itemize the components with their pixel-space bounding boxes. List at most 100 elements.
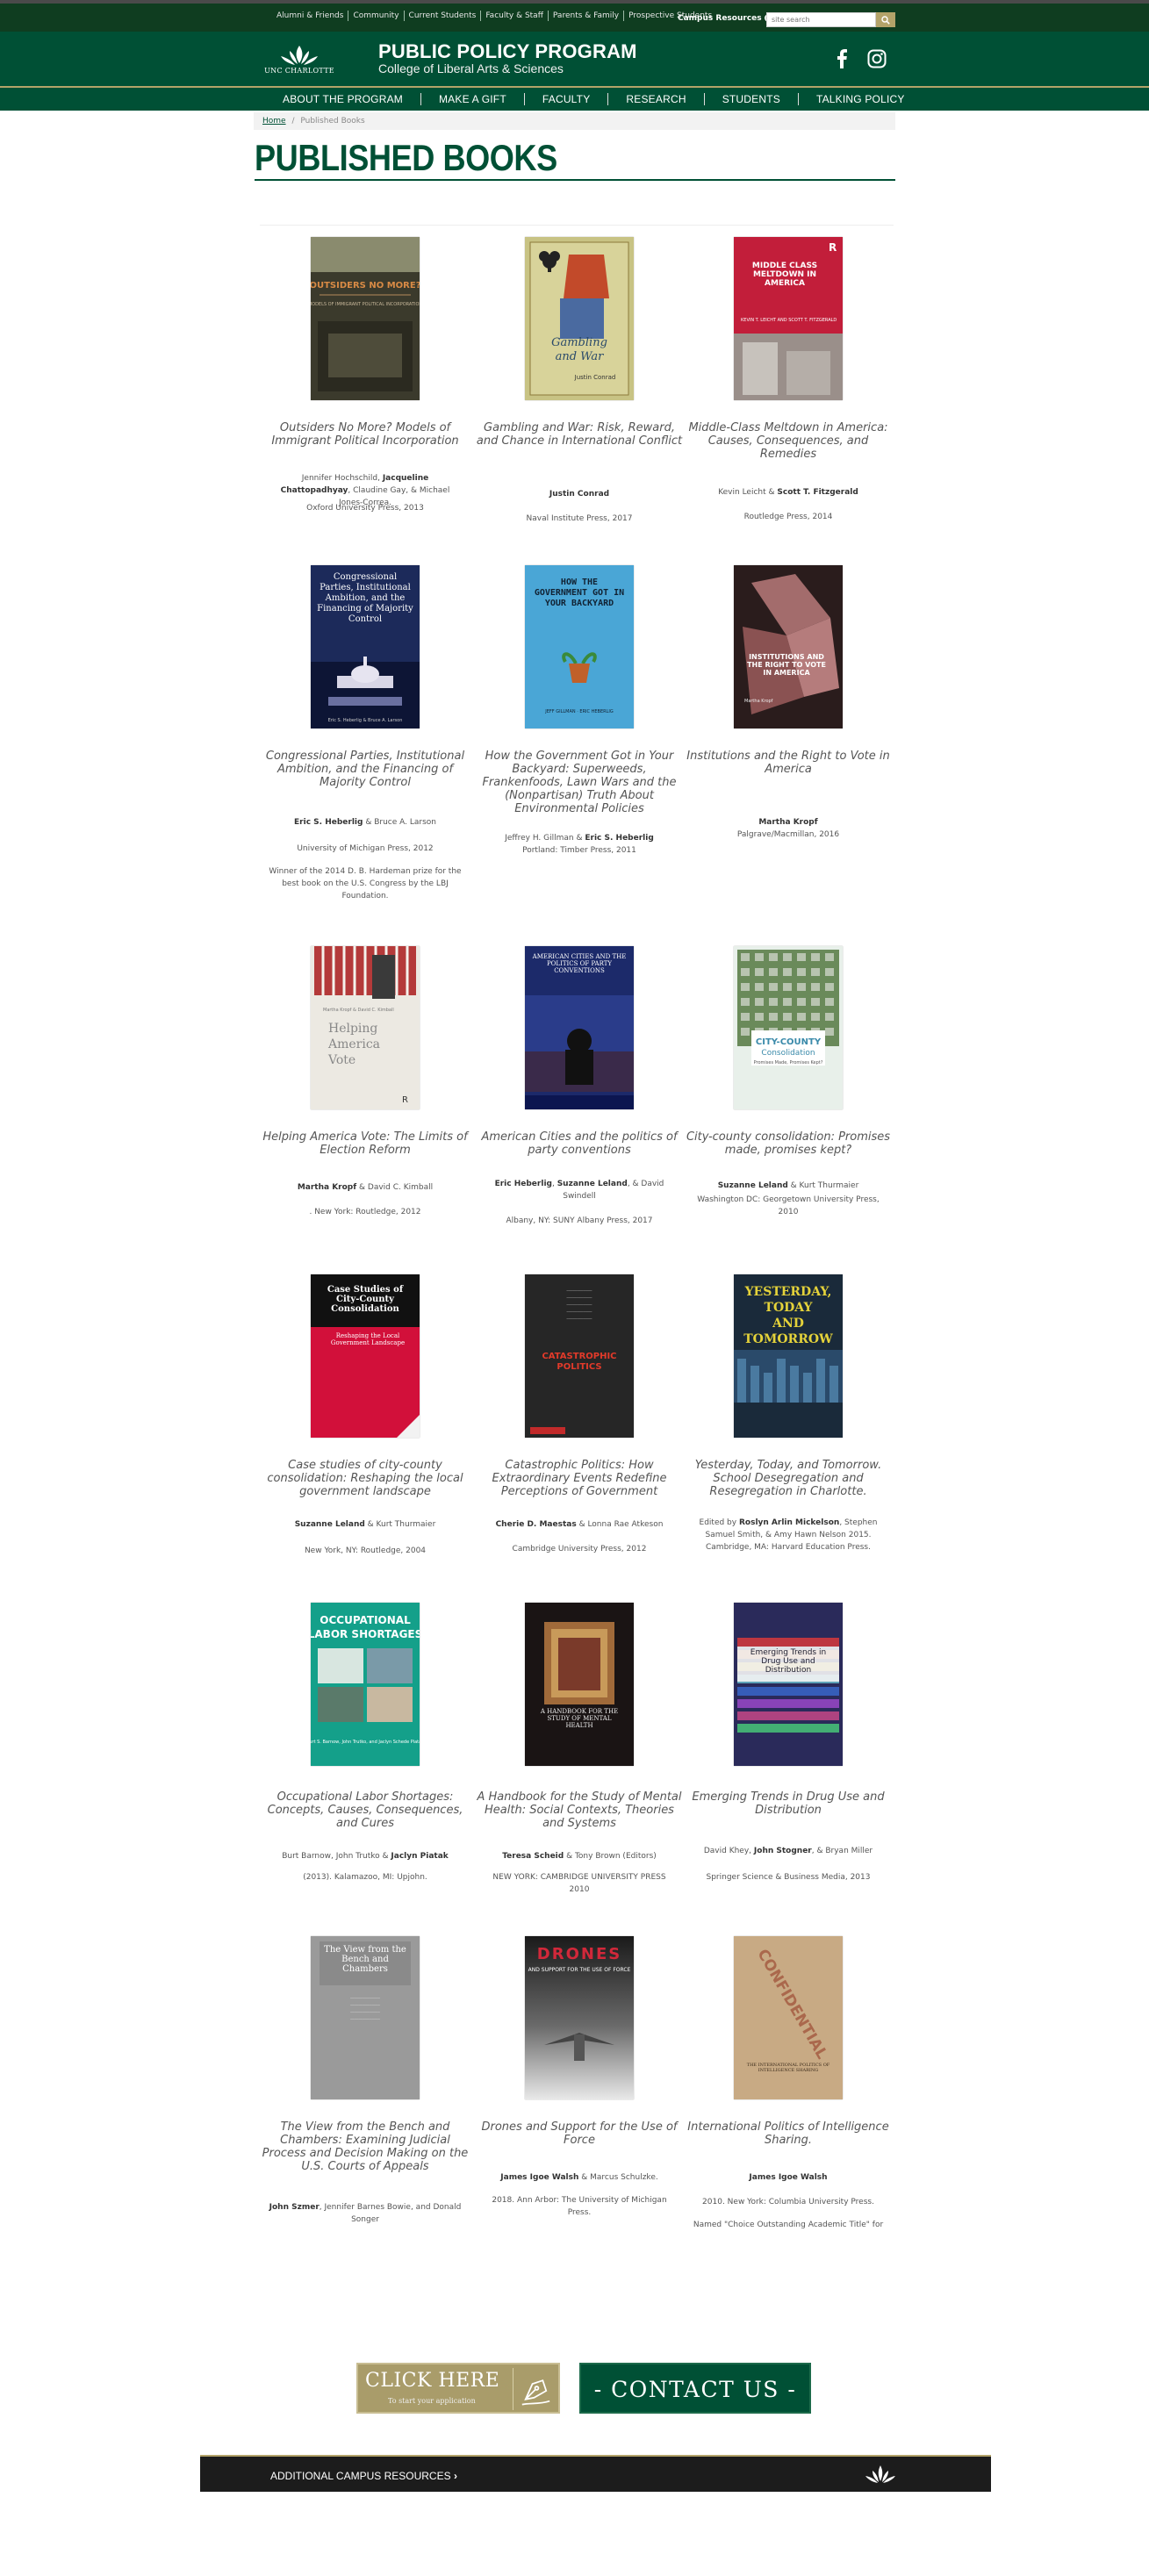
book-authors: Burt Barnow, John Trutko & Jaclyn Piatak	[269, 1850, 462, 1862]
svg-text:DRONES: DRONES	[537, 1945, 621, 1963]
book-cover-image[interactable]: Gambling and War Justin Conrad	[525, 237, 634, 400]
nav-research[interactable]: RESEARCH	[608, 93, 705, 105]
book-title[interactable]: Emerging Trends in Drug Use and Distribu…	[683, 1790, 894, 1817]
book-cover-image[interactable]: Martha Kropf & David C. Kimball Helping Am…	[311, 946, 420, 1109]
author-name-highlight: Eric S. Heberlig	[294, 818, 363, 827]
svg-text:────────────: ────────────	[566, 1317, 592, 1321]
facebook-icon[interactable]	[836, 49, 848, 68]
breadcrumb-home[interactable]: Home	[262, 117, 286, 126]
svg-text:Martha Kropf: Martha Kropf	[744, 699, 773, 704]
author-name-highlight: Cherie D. Maestas	[495, 1520, 577, 1529]
svg-text:Gambling: Gambling	[551, 336, 607, 349]
book-title[interactable]: Yesterday, Today, and Tomorrow. School D…	[683, 1459, 894, 1498]
instagram-icon[interactable]	[867, 49, 887, 68]
utility-link-alumni[interactable]: Alumni & Friends	[272, 11, 349, 21]
author-text: & Tony Brown (Editors)	[564, 1852, 657, 1861]
nav-about-the-program[interactable]: ABOUT THE PROGRAM	[274, 93, 421, 105]
nav-talking-policy[interactable]: TALKING POLICY	[799, 93, 923, 105]
svg-text:JEFF GILLMAN · ERIC HEBERLIG: JEFF GILLMAN · ERIC HEBERLIG	[544, 709, 614, 714]
book-title[interactable]: Outsiders No More? Models of Immigrant P…	[260, 421, 470, 448]
book-card: The View from the Bench and Chambers ────…	[260, 1929, 470, 2245]
book-title[interactable]: A Handbook for the Study of Mental Healt…	[474, 1790, 685, 1830]
svg-text:MODELS OF IMMIGRANT POLITICAL: MODELS OF IMMIGRANT POLITICAL INCORPORAT…	[311, 302, 420, 307]
campus-resources-toggle[interactable]: Campus Resources+	[678, 14, 772, 23]
book-cover-image[interactable]: AMERICAN CITIES AND THE POLITICS OF PART…	[525, 946, 634, 1109]
utility-link-community[interactable]: Community	[348, 11, 405, 21]
book-cover-image[interactable]: YESTERDAY, TODAY AND TOMORROW	[734, 1274, 843, 1438]
svg-text:CATASTROPHIC: CATASTROPHIC	[542, 1352, 616, 1361]
svg-text:────────────: ────────────	[566, 1302, 592, 1307]
book-title[interactable]: The View from the Bench and Chambers: Ex…	[260, 2120, 470, 2173]
book-title[interactable]: Drones and Support for the Use of Force	[474, 2120, 685, 2147]
author-text: Edited by	[699, 1518, 739, 1527]
site-title[interactable]: PUBLIC POLICY PROGRAM	[378, 40, 637, 63]
book-title[interactable]: Occupational Labor Shortages: Concepts, …	[260, 1790, 470, 1830]
book-title[interactable]: American Cities and the politics of part…	[474, 1130, 685, 1157]
author-name-highlight: Justin Conrad	[549, 490, 610, 499]
utility-link-faculty-staff[interactable]: Faculty & Staff	[481, 11, 549, 21]
author-text: & David C. Kimball	[356, 1183, 434, 1192]
book-title[interactable]: City-county consolidation: Promises made…	[683, 1130, 894, 1157]
book-cover-image[interactable]: CITY-COUNTY Consolidation Promises Made, P…	[734, 946, 843, 1109]
nav-faculty[interactable]: FACULTY	[525, 93, 609, 105]
book-cover-image[interactable]: DRONES AND SUPPORT FOR THE USE OF FORCE	[525, 1936, 634, 2099]
site-header: UNC CHARLOTTE PUBLIC POLICY PROGRAM Coll…	[0, 32, 1149, 86]
book-authors: Suzanne Leland & Kurt Thurmaier	[269, 1518, 462, 1531]
svg-text:R: R	[402, 1095, 408, 1105]
book-cover-image[interactable]: OUTSIDERS NO MORE? MODELS OF IMMIGRANT PO…	[311, 237, 420, 400]
unc-charlotte-logo[interactable]: UNC CHARLOTTE	[260, 44, 339, 79]
utility-link-parents-family[interactable]: Parents & Family	[549, 11, 625, 21]
book-title[interactable]: International Politics of Intelligence S…	[683, 2120, 894, 2147]
nav-students[interactable]: STUDENTS	[705, 93, 799, 105]
book-publisher: 2018. Ann Arbor: The University of Michi…	[492, 2196, 667, 2217]
contact-us-button[interactable]: - CONTACT US -	[579, 2363, 811, 2414]
book-title[interactable]: Gambling and War: Risk, Reward, and Chan…	[474, 421, 685, 448]
book-cover-image[interactable]: The View from the Bench and Chambers ────…	[311, 1936, 420, 2099]
book-title[interactable]: Helping America Vote: The Limits of Elec…	[260, 1130, 470, 1157]
contact-us-label: - CONTACT US -	[593, 2377, 797, 2402]
author-text: & Bruce A. Larson	[363, 818, 436, 827]
book-cover-image[interactable]: Congressional Parties, Institutional Amb…	[311, 565, 420, 728]
book-publisher: New York, NY: Routledge, 2004	[304, 1546, 427, 1555]
book-cover-image[interactable]: OCCUPATIONAL LABOR SHORTAGES Burt S. Barno…	[311, 1603, 420, 1766]
site-search-input[interactable]	[766, 12, 876, 27]
book-publisher: Albany, NY: SUNY Albany Press, 2017	[506, 1216, 653, 1225]
book-title[interactable]: Middle-Class Meltdown in America: Causes…	[683, 421, 894, 461]
book-title[interactable]: Catastrophic Politics: How Extraordinary…	[474, 1459, 685, 1498]
book-cover-image[interactable]: A HANDBOOK FOR THE STUDY OF MENTAL HEALT…	[525, 1603, 634, 1766]
book-publisher: Cambridge University Press, 2012	[512, 1545, 647, 1553]
book-cover-image[interactable]: INSTITUTIONS AND THE RIGHT TO VOTE IN AM…	[734, 565, 843, 728]
book-cover-image[interactable]: Emerging Trends in Drug Use and Distribu…	[734, 1603, 843, 1766]
book-publisher: 2010. New York: Columbia University Pres…	[702, 2198, 874, 2206]
campus-resources-label: Campus Resources	[678, 14, 762, 23]
svg-text:──────────────: ──────────────	[349, 2017, 380, 2021]
book-title[interactable]: Institutions and the Right to Vote in Am…	[683, 750, 894, 776]
svg-text:──────────────: ──────────────	[349, 1996, 380, 2000]
campus-resources-footer: ADDITIONAL CAMPUS RESOURCES ›	[200, 2455, 991, 2492]
nav-make-a-gift[interactable]: MAKE A GIFT	[421, 93, 525, 105]
section-divider	[260, 225, 894, 226]
book-publisher: Springer Science & Business Media, 2013	[706, 1873, 871, 1882]
book-cover-image[interactable]: CONFIDENTIAL THE INTERNATIONAL POLITICS O…	[734, 1936, 843, 2099]
book-cover-image[interactable]: MIDDLE CLASS MELTDOWN IN AMERICA KEVIN T.…	[734, 237, 843, 400]
book-title[interactable]: Congressional Parties, Institutional Amb…	[260, 750, 470, 789]
click-here-apply-button[interactable]: CLICK HERE To start your application	[356, 2363, 560, 2414]
search-button[interactable]	[876, 12, 895, 27]
book-cover-image[interactable]: ──────────── ──────────── ──────────── ────…	[525, 1274, 634, 1438]
book-authors: Eric S. Heberlig & Bruce A. Larson	[269, 816, 462, 829]
book-authors: John Szmer, Jennifer Barnes Bowie, and D…	[269, 2201, 462, 2226]
book-title[interactable]: Case studies of city-county consolidatio…	[260, 1459, 470, 1498]
author-name-highlight: John Szmer	[269, 2203, 320, 2212]
author-name-highlight: Teresa Scheid	[502, 1852, 564, 1861]
book-publisher: Washington DC: Georgetown University Pre…	[697, 1195, 880, 1216]
svg-text:──────────────: ──────────────	[349, 2003, 380, 2007]
svg-text:POLITICS: POLITICS	[557, 1362, 601, 1372]
additional-campus-resources-link[interactable]: ADDITIONAL CAMPUS RESOURCES ›	[270, 2470, 457, 2482]
book-cover-image[interactable]: HOW THE GOVERNMENT GOT IN YOUR BACKYARD J…	[525, 565, 634, 728]
book-note: Named "Choice Outstanding Academic Title…	[693, 2221, 884, 2229]
chevron-right-icon: ›	[453, 2470, 457, 2482]
utility-link-current-students[interactable]: Current Students	[405, 11, 482, 21]
book-cover-image[interactable]: Case Studies of City-County Consolidatio…	[311, 1274, 420, 1438]
book-title[interactable]: How the Government Got in Your Backyard:…	[474, 750, 685, 815]
author-name-highlight: James Igoe Walsh	[749, 2173, 828, 2182]
